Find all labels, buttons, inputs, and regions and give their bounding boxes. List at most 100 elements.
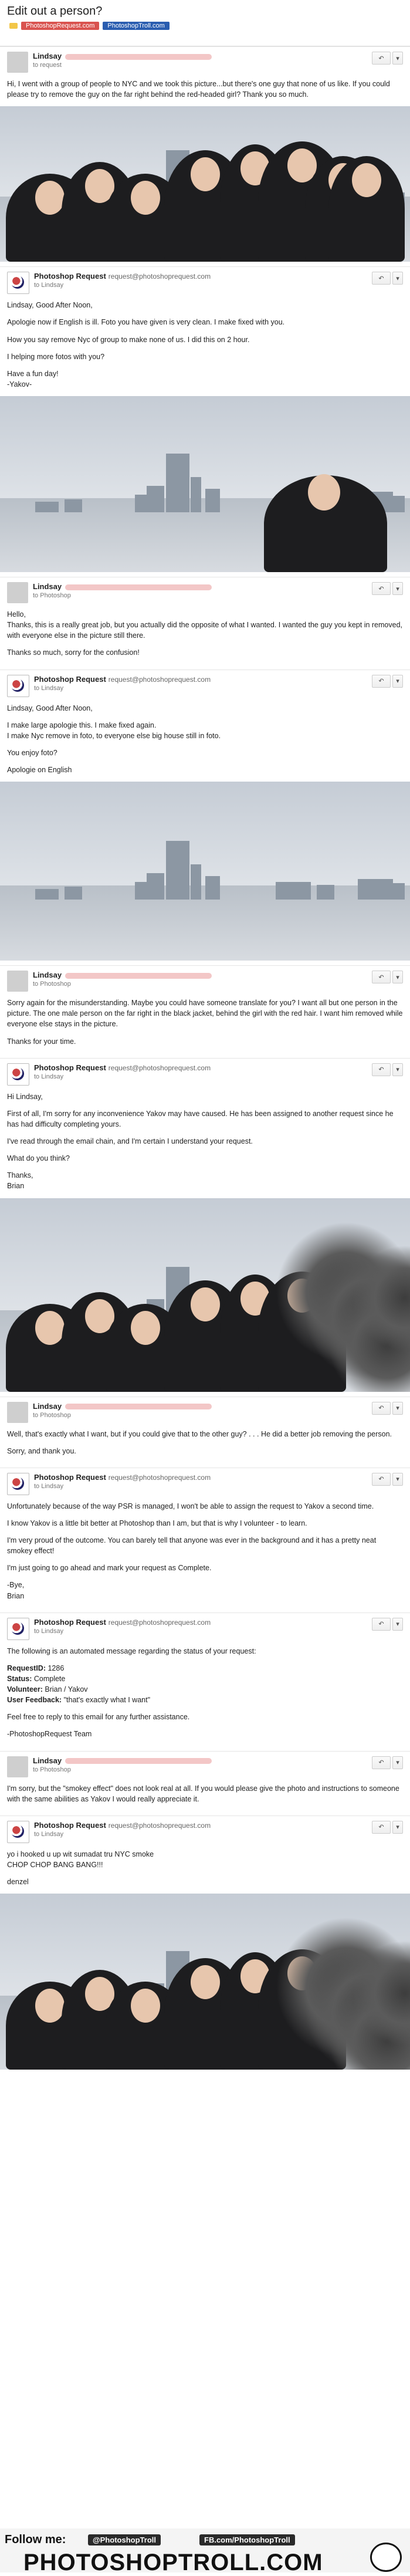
message-header: Lindsay to request ↶ ▾ bbox=[7, 52, 403, 73]
sender-avatar bbox=[7, 1820, 29, 1843]
message-paragraph: Thanks so much, sorry for the confusion! bbox=[7, 648, 140, 657]
skyline-building bbox=[317, 885, 334, 900]
more-options-button[interactable]: ▾ bbox=[392, 52, 403, 65]
message-paragraph: -Bye, Brian bbox=[7, 1581, 25, 1600]
more-options-button[interactable]: ▾ bbox=[392, 272, 403, 285]
recipient-line[interactable]: to Lindsay bbox=[34, 282, 367, 289]
more-options-button[interactable]: ▾ bbox=[392, 1756, 403, 1769]
reply-button[interactable]: ↶ bbox=[372, 582, 391, 595]
redacted-email bbox=[65, 53, 212, 60]
status-value: 1286 bbox=[45, 1664, 65, 1672]
reply-button[interactable]: ↶ bbox=[372, 674, 391, 688]
sender-name[interactable]: Photoshop Request bbox=[34, 675, 106, 684]
sender-line: Photoshop Request request@photoshopreques… bbox=[34, 1473, 367, 1482]
reply-button[interactable]: ↶ bbox=[372, 1617, 391, 1631]
sender-name[interactable]: Photoshop Request bbox=[34, 1618, 106, 1627]
skyline-building bbox=[387, 496, 405, 512]
more-options-button[interactable]: ▾ bbox=[392, 1820, 403, 1834]
reply-button[interactable]: ↶ bbox=[372, 971, 391, 984]
message: Photoshop Request request@photoshopreques… bbox=[0, 1815, 410, 2074]
sender-name[interactable]: Photoshop Request bbox=[34, 272, 106, 280]
message-paragraph: -PhotoshopRequest Team bbox=[7, 1730, 92, 1739]
more-options-button[interactable]: ▾ bbox=[392, 1063, 403, 1076]
sender-email: request@photoshoprequest.com bbox=[108, 1618, 211, 1627]
status-block: RequestID: 1286 Status: Complete Volunteer… bbox=[7, 1663, 403, 1706]
message-paragraph: Sorry again for the misunderstanding. Ma… bbox=[7, 999, 403, 1029]
sender-name[interactable]: Photoshop Request bbox=[34, 1473, 106, 1482]
message-paragraph: First of all, I'm sorry for any inconven… bbox=[7, 1109, 394, 1128]
recipient-line[interactable]: to Lindsay bbox=[34, 1628, 367, 1635]
person-face bbox=[308, 474, 340, 511]
recipient-line[interactable]: to Photoshop bbox=[33, 981, 367, 988]
message-paragraph: Thanks, Brian bbox=[7, 1171, 33, 1191]
sender-email: request@photoshoprequest.com bbox=[108, 675, 211, 684]
message-photo bbox=[0, 396, 410, 572]
sender-info: Photoshop Request request@photoshopreques… bbox=[34, 1618, 367, 1635]
message-header: Lindsay to Photoshop ↶ ▾ bbox=[7, 971, 403, 992]
message: Lindsay to Photoshop ↶ ▾ I'm sorry, but the … bbox=[0, 1750, 410, 1816]
sender-avatar bbox=[7, 674, 29, 697]
troll-face-icon bbox=[370, 2543, 402, 2572]
message-body: Sorry again for the misunderstanding. Ma… bbox=[7, 998, 403, 1047]
more-options-button[interactable]: ▾ bbox=[392, 582, 403, 595]
more-options-button[interactable]: ▾ bbox=[392, 1472, 403, 1486]
sender-avatar bbox=[7, 971, 28, 992]
message-body: Unfortunately because of the way PSR is … bbox=[7, 1501, 403, 1601]
message-paragraph: Apologie now if English is ill. Foto you… bbox=[7, 318, 285, 327]
message: Photoshop Request request@photoshopreques… bbox=[0, 266, 410, 577]
more-options-button[interactable]: ▾ bbox=[392, 1617, 403, 1631]
reply-button[interactable]: ↶ bbox=[372, 1472, 391, 1486]
sender-name[interactable]: Lindsay bbox=[33, 1402, 62, 1411]
sender-name[interactable]: Photoshop Request bbox=[34, 1063, 106, 1072]
message-header: Photoshop Request request@photoshopreques… bbox=[7, 1820, 403, 1843]
recipient-line[interactable]: to Photoshop bbox=[33, 1766, 367, 1773]
person-face bbox=[130, 1989, 160, 2023]
reply-button[interactable]: ↶ bbox=[372, 1820, 391, 1834]
more-options-button[interactable]: ▾ bbox=[392, 1401, 403, 1415]
message-body: Hi Lindsay, First of all, I'm sorry for a… bbox=[7, 1091, 403, 1192]
message-paragraph: I make large apologie this. I make fixed… bbox=[7, 721, 221, 740]
status-row: RequestID: 1286 bbox=[7, 1663, 403, 1674]
sender-line: Lindsay bbox=[33, 1402, 367, 1411]
message: Photoshop Request request@photoshopreques… bbox=[0, 1467, 410, 1612]
sender-name[interactable]: Lindsay bbox=[33, 52, 62, 60]
more-options-button[interactable]: ▾ bbox=[392, 674, 403, 688]
reply-button[interactable]: ↶ bbox=[372, 1756, 391, 1769]
more-options-button[interactable]: ▾ bbox=[392, 971, 403, 984]
recipient-line[interactable]: to Lindsay bbox=[34, 685, 367, 692]
recipient-line[interactable]: to Photoshop bbox=[33, 1412, 367, 1419]
message-body: Hello, Thanks, this is a really great jo… bbox=[7, 609, 403, 658]
sender-line: Lindsay bbox=[33, 582, 367, 591]
reply-button[interactable]: ↶ bbox=[372, 52, 391, 65]
person-face bbox=[130, 181, 160, 215]
facebook-handle: FB.com/PhotoshopTroll bbox=[199, 2534, 295, 2545]
reply-button[interactable]: ↶ bbox=[372, 1401, 391, 1415]
recipient-line[interactable]: to Lindsay bbox=[34, 1073, 367, 1080]
status-row: User Feedback: "that's exactly what I wa… bbox=[7, 1695, 403, 1705]
skyline-building bbox=[65, 887, 82, 900]
thread-subject: Edit out a person? bbox=[7, 5, 103, 18]
label-photoshoprequest[interactable]: PhotoshopRequest.com bbox=[21, 22, 100, 30]
reply-button[interactable]: ↶ bbox=[372, 1063, 391, 1076]
recipient-line[interactable]: to Lindsay bbox=[34, 1483, 367, 1490]
sender-name[interactable]: Lindsay bbox=[33, 1756, 62, 1765]
sender-name[interactable]: Photoshop Request bbox=[34, 1821, 106, 1830]
message-paragraph: You enjoy foto? bbox=[7, 748, 57, 757]
sender-line: Lindsay bbox=[33, 1756, 367, 1765]
message-paragraph: Lindsay, Good After Noon, bbox=[7, 704, 93, 712]
sender-email: request@photoshoprequest.com bbox=[108, 1473, 211, 1482]
reply-button[interactable]: ↶ bbox=[372, 272, 391, 285]
skyline-building bbox=[191, 477, 201, 512]
sender-name[interactable]: Lindsay bbox=[33, 971, 62, 979]
skyline-building bbox=[135, 882, 147, 900]
message-header: Lindsay to Photoshop ↶ ▾ bbox=[7, 582, 403, 603]
message-photo bbox=[0, 106, 410, 262]
recipient-line[interactable]: to Lindsay bbox=[34, 1831, 367, 1838]
status-key: Status: bbox=[7, 1674, 32, 1683]
recipient-line[interactable]: to request bbox=[33, 62, 367, 69]
redacted-email bbox=[65, 972, 212, 979]
label-photoshoptroll[interactable]: PhotoshopTroll.com bbox=[103, 22, 170, 30]
sender-name[interactable]: Lindsay bbox=[33, 582, 62, 591]
recipient-line[interactable]: to Photoshop bbox=[33, 592, 367, 599]
message-header: Lindsay to Photoshop ↶ ▾ bbox=[7, 1401, 403, 1423]
